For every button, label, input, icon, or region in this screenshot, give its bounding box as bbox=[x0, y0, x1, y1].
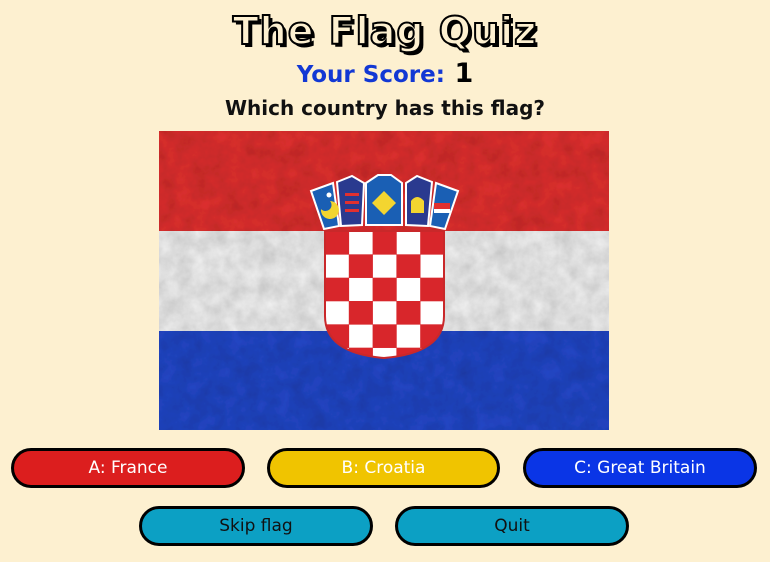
page-title: The Flag Quiz bbox=[232, 8, 538, 54]
answer-a-button[interactable]: A: France bbox=[11, 448, 245, 488]
shield-red-square bbox=[325, 277, 350, 302]
shield-red-square bbox=[396, 301, 421, 325]
quit-button[interactable]: Quit bbox=[395, 506, 629, 546]
score-display: Your Score: 1 bbox=[0, 58, 770, 93]
shield-red-square bbox=[348, 301, 373, 325]
question-text: Which country has this flag? bbox=[224, 96, 546, 120]
shield-red-square bbox=[420, 231, 444, 255]
skip-flag-button[interactable]: Skip flag bbox=[139, 506, 373, 546]
score-value: 1 bbox=[454, 58, 474, 89]
flag-image bbox=[159, 131, 609, 430]
score-label: Your Score: bbox=[296, 62, 445, 88]
answer-b-button[interactable]: B: Croatia bbox=[267, 448, 500, 488]
shield-red-square bbox=[396, 254, 421, 278]
shield-red-square bbox=[372, 324, 397, 348]
shield-red-square bbox=[348, 254, 373, 278]
shield-red-square bbox=[420, 277, 444, 302]
shield-red-square bbox=[325, 231, 350, 255]
coat-of-arms-crown bbox=[309, 174, 460, 231]
shield-red-square bbox=[372, 231, 397, 255]
answer-c-button[interactable]: C: Great Britain bbox=[523, 448, 757, 488]
shield-red-square bbox=[372, 277, 397, 302]
